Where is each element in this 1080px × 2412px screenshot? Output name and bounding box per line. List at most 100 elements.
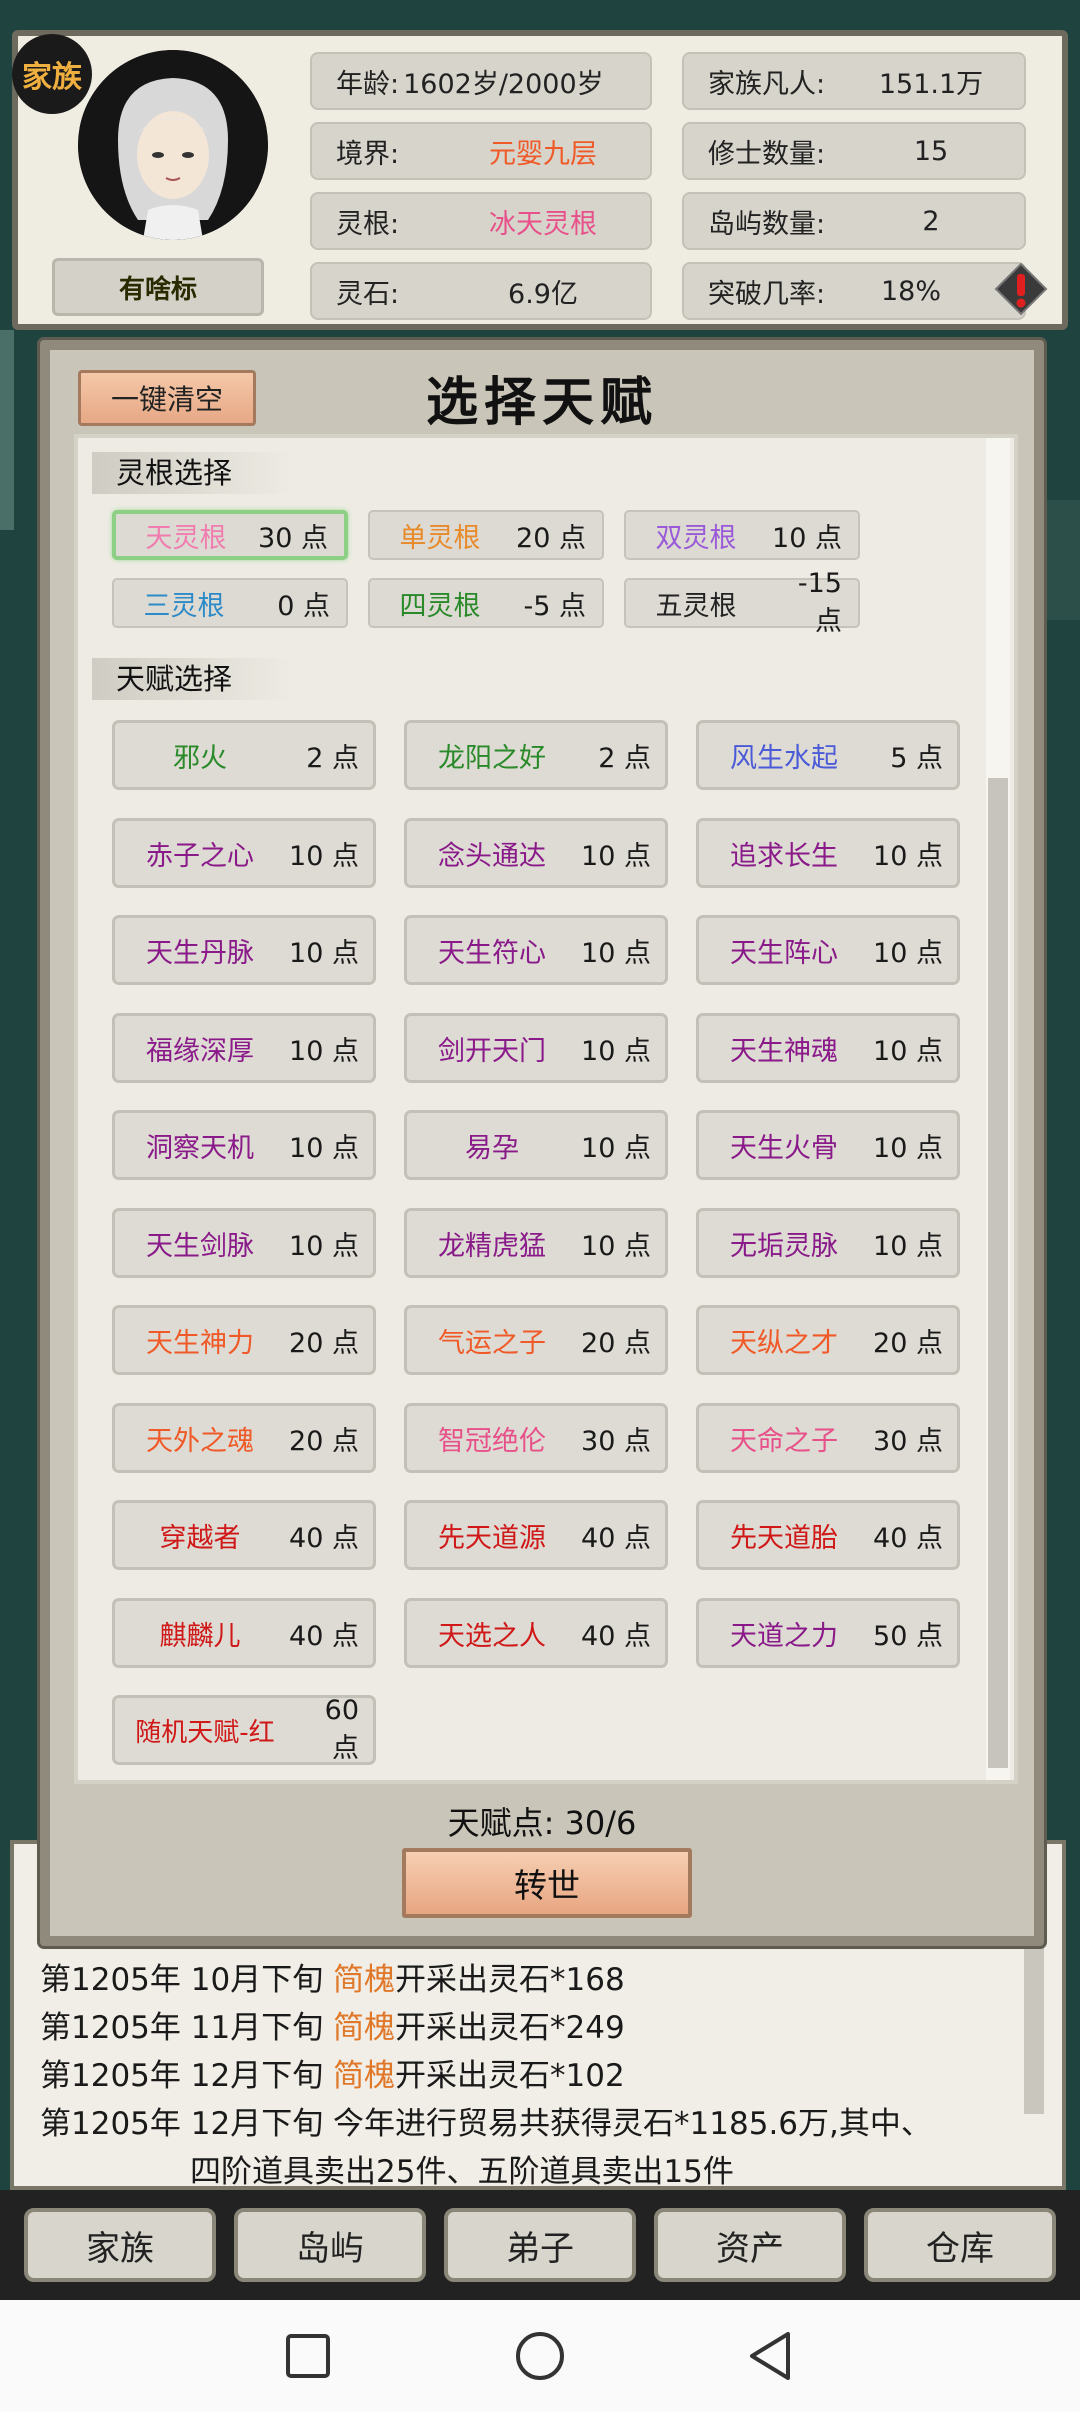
talent-option[interactable]: 天生阵心 10 点 xyxy=(696,915,960,985)
side-tab-left xyxy=(0,330,14,530)
rebirth-button[interactable]: 转世 xyxy=(402,1848,692,1918)
talent-option[interactable]: 随机天赋-红 60 点 xyxy=(112,1695,376,1765)
talent-points: 50 点 xyxy=(873,1620,943,1652)
talent-option[interactable]: 先天道胎 40 点 xyxy=(696,1500,960,1570)
talent-option[interactable]: 追求长生 10 点 xyxy=(696,818,960,888)
nav-clan-button[interactable]: 家族 xyxy=(24,2208,216,2282)
triangle-back-icon[interactable] xyxy=(742,2328,798,2384)
system-nav-bar xyxy=(0,2300,1080,2412)
talent-points: 20 点 xyxy=(289,1425,359,1457)
spirit-root-points: 0 点 xyxy=(277,590,330,622)
spirit-root-option[interactable]: 五灵根 -15 点 xyxy=(624,568,860,637)
talent-name: 龙阳之好 xyxy=(438,742,546,774)
talent-option[interactable]: 智冠绝伦 30 点 xyxy=(404,1403,668,1473)
talent-option[interactable]: 龙精虎猛 10 点 xyxy=(404,1208,668,1278)
spirit-root-option[interactable]: 四灵根 -5 点 xyxy=(368,578,604,628)
talent-option[interactable]: 无垢灵脉 10 点 xyxy=(696,1208,960,1278)
talent-name: 追求长生 xyxy=(730,840,838,872)
stat-islands-label: 岛屿数量: xyxy=(708,208,826,240)
talent-option[interactable]: 气运之子 20 点 xyxy=(404,1305,668,1375)
talent-scrollbar-thumb[interactable] xyxy=(988,778,1008,1768)
talent-points: 40 点 xyxy=(873,1522,943,1554)
talent-points: 60 点 xyxy=(324,1695,359,1764)
talent-name: 先天道胎 xyxy=(730,1522,838,1554)
talent-option[interactable]: 易孕 10 点 xyxy=(404,1110,668,1180)
stat-spirit-stones: 灵石: 6.9亿 xyxy=(310,262,652,320)
spirit-root-name: 单灵根 xyxy=(399,522,481,554)
talent-option[interactable]: 风生水起 5 点 xyxy=(696,720,960,790)
talent-name: 天生火骨 xyxy=(730,1132,838,1164)
nav-disciples-button[interactable]: 弟子 xyxy=(444,2208,636,2282)
talent-option[interactable]: 先天道源 40 点 xyxy=(404,1500,668,1570)
talent-option[interactable]: 天纵之才 20 点 xyxy=(696,1305,960,1375)
spirit-root-option[interactable]: 三灵根 0 点 xyxy=(112,578,348,628)
nav-warehouse-button[interactable]: 仓库 xyxy=(864,2208,1056,2282)
talent-option[interactable]: 天命之子 30 点 xyxy=(696,1403,960,1473)
talent-option[interactable]: 念头通达 10 点 xyxy=(404,818,668,888)
talent-name: 智冠绝伦 xyxy=(438,1425,546,1457)
spirit-root-option[interactable]: 单灵根 20 点 xyxy=(368,510,604,560)
spirit-root-points: 30 点 xyxy=(258,522,328,554)
talent-option[interactable]: 天选之人 40 点 xyxy=(404,1598,668,1668)
avatar[interactable] xyxy=(78,50,268,240)
talent-name: 念头通达 xyxy=(438,840,546,872)
clan-badge[interactable]: 家族 xyxy=(12,34,92,114)
talent-points: 2 点 xyxy=(598,742,651,774)
stat-realm-value: 元婴九层 xyxy=(489,138,597,170)
talent-points: 20 点 xyxy=(873,1327,943,1359)
stat-spirit-stones-value: 6.9亿 xyxy=(508,278,578,310)
talent-option[interactable]: 天外之魂 20 点 xyxy=(112,1403,376,1473)
clear-all-button[interactable]: 一键清空 xyxy=(78,370,256,426)
stat-age-label: 年龄: xyxy=(336,68,400,100)
talent-scrollbar[interactable] xyxy=(986,438,1010,1780)
talent-option[interactable]: 麒麟儿 40 点 xyxy=(112,1598,376,1668)
talent-option[interactable]: 龙阳之好 2 点 xyxy=(404,720,668,790)
talent-points: 10 点 xyxy=(873,937,943,969)
talent-option[interactable]: 天生神魂 10 点 xyxy=(696,1013,960,1083)
log-line: 第1205年 10月下旬 简槐开采出灵石*168 xyxy=(40,1954,625,1999)
spirit-root-points: -5 点 xyxy=(523,590,586,622)
talent-name: 赤子之心 xyxy=(146,840,254,872)
talent-option[interactable]: 天生神力 20 点 xyxy=(112,1305,376,1375)
nav-island-button[interactable]: 岛屿 xyxy=(234,2208,426,2282)
talent-name: 天外之魂 xyxy=(146,1425,254,1457)
talent-points: 10 点 xyxy=(289,1035,359,1067)
talent-points: 5 点 xyxy=(890,742,943,774)
talent-name: 易孕 xyxy=(465,1132,519,1164)
talent-option[interactable]: 洞察天机 10 点 xyxy=(112,1110,376,1180)
talent-option[interactable]: 天道之力 50 点 xyxy=(696,1598,960,1668)
talent-option[interactable]: 穿越者 40 点 xyxy=(112,1500,376,1570)
nickname-label[interactable]: 有啥标 xyxy=(52,258,264,316)
circle-icon[interactable] xyxy=(512,2328,568,2384)
talent-option[interactable]: 赤子之心 10 点 xyxy=(112,818,376,888)
talent-option[interactable]: 天生火骨 10 点 xyxy=(696,1110,960,1180)
spirit-root-option[interactable]: 天灵根 30 点 xyxy=(112,510,348,560)
log-line-person: 简槐 xyxy=(333,1962,396,1998)
talent-option[interactable]: 天生丹脉 10 点 xyxy=(112,915,376,985)
talent-points: 30 点 xyxy=(581,1425,651,1457)
talent-points: 10 点 xyxy=(873,1230,943,1262)
talent-points: 10 点 xyxy=(289,937,359,969)
nav-assets-button[interactable]: 资产 xyxy=(654,2208,846,2282)
talent-option[interactable]: 邪火 2 点 xyxy=(112,720,376,790)
talent-section-label: 天赋选择 xyxy=(92,658,292,700)
talent-name: 风生水起 xyxy=(730,742,838,774)
stat-age: 年龄: 1602岁/2000岁 xyxy=(310,52,652,110)
talent-option[interactable]: 天生符心 10 点 xyxy=(404,915,668,985)
talent-name: 天道之力 xyxy=(730,1620,838,1652)
talent-option[interactable]: 剑开天门 10 点 xyxy=(404,1013,668,1083)
talent-list-panel[interactable]: 灵根选择 天灵根 30 点单灵根 20 点双灵根 10 点三灵根 0 点四灵根 -5 点五… xyxy=(74,434,1018,1784)
log-line: 第1205年 12月下旬 简槐开采出灵石*102 xyxy=(40,2050,625,2095)
square-icon[interactable] xyxy=(280,2328,336,2384)
spirit-root-name: 天灵根 xyxy=(145,522,227,554)
talent-option[interactable]: 福缘深厚 10 点 xyxy=(112,1013,376,1083)
stat-spirit-root-label: 灵根: xyxy=(336,208,400,240)
spirit-root-option[interactable]: 双灵根 10 点 xyxy=(624,510,860,560)
talent-option[interactable]: 天生剑脉 10 点 xyxy=(112,1208,376,1278)
talent-name: 天生神力 xyxy=(146,1327,254,1359)
exclamation-diamond-icon[interactable] xyxy=(994,262,1048,316)
stat-breakthrough: 突破几率: 18% xyxy=(682,262,1026,320)
log-line-text: 第1205年 12月下旬 今年进行贸易共获得灵石*1185.6万,其中、 xyxy=(40,2106,932,2142)
log-line-person: 简槐 xyxy=(333,2058,396,2094)
log-line-text: 开采出灵石*249 xyxy=(395,2010,625,2046)
